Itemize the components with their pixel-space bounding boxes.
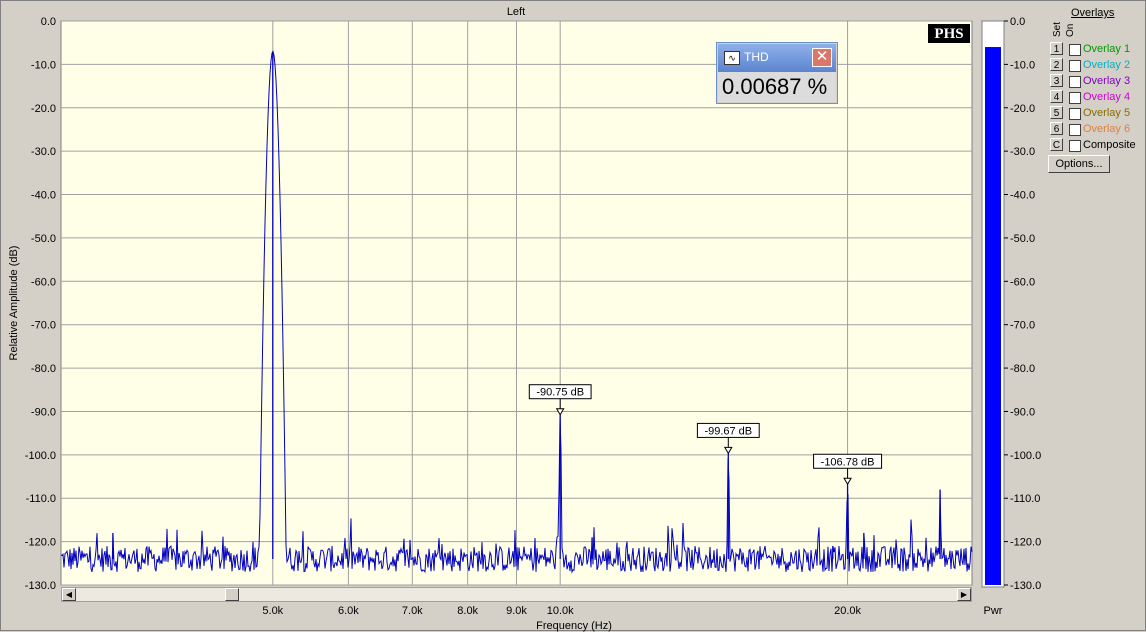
overlay-on-checkbox[interactable] [1069, 60, 1081, 72]
overlay-set-button[interactable]: 2 [1050, 58, 1063, 71]
overlay-set-button[interactable]: 4 [1050, 90, 1063, 103]
overlay-row: 2 Overlay 2 [1050, 58, 1146, 73]
meter-tick-label: -100.0 [1010, 450, 1041, 462]
scroll-left-icon[interactable]: ◀ [62, 588, 76, 601]
overlay-set-button[interactable]: 3 [1050, 74, 1063, 87]
x-tick-label: 10.0k [547, 605, 574, 617]
overlay-set-button[interactable]: 6 [1050, 122, 1063, 135]
overlay-row: C Composite [1050, 138, 1146, 153]
power-meter-fill [985, 47, 1001, 586]
meter-tick-label: -30.0 [1010, 146, 1035, 158]
y-tick-label: -100.0 [25, 450, 56, 462]
y-tick-label: -10.0 [31, 59, 56, 71]
overlay-on-checkbox[interactable] [1069, 76, 1081, 88]
thd-value: 0.00687 % [718, 72, 836, 102]
thd-readout-window[interactable]: ∿ THD ✕ 0.00687 % [716, 42, 838, 104]
overlay-on-checkbox[interactable] [1069, 108, 1081, 120]
marker-label: -99.67 dB [704, 425, 752, 437]
overlay-on-checkbox[interactable] [1069, 124, 1081, 136]
x-tick-label: 20.0k [834, 605, 861, 617]
y-tick-label: 0.0 [41, 16, 56, 28]
y-tick-label: -120.0 [25, 537, 56, 549]
spectrum-chart[interactable]: -90.75 dB -99.67 dB -106.78 dB 0.0 -10.0 -20… [1, 1, 1146, 632]
meter-tick-label: -10.0 [1010, 59, 1035, 71]
y-tick-label: -80.0 [31, 363, 56, 375]
overlays-title: Overlays [1071, 7, 1115, 19]
meter-tick-label: -120.0 [1010, 537, 1041, 549]
overlay-label: Overlay 5 [1083, 107, 1131, 119]
waveform-icon: ∿ [724, 51, 740, 65]
meter-tick-label: -40.0 [1010, 190, 1035, 202]
y-axis-label: Relative Amplitude (dB) [8, 246, 20, 361]
meter-tick-label: -70.0 [1010, 320, 1035, 332]
thd-title-bar[interactable]: ∿ THD ✕ [718, 44, 836, 72]
y-tick-label: -70.0 [31, 320, 56, 332]
overlay-row: 1 Overlay 1 [1050, 42, 1146, 57]
overlay-label: Overlay 1 [1083, 43, 1131, 55]
marker-label: -90.75 dB [536, 387, 584, 399]
scroll-right-icon[interactable]: ▶ [957, 588, 971, 601]
y-tick-label: -130.0 [25, 580, 56, 592]
overlay-label: Overlay 3 [1083, 75, 1131, 87]
meter-tick-label: -130.0 [1010, 580, 1041, 592]
close-icon[interactable]: ✕ [812, 48, 832, 67]
overlay-on-column-label: On [1065, 23, 1076, 37]
overlay-row: 4 Overlay 4 [1050, 90, 1146, 105]
overlay-set-column-label: Set [1052, 21, 1063, 37]
y-tick-label: -110.0 [26, 493, 56, 505]
y-tick-label: -90.0 [31, 406, 56, 418]
overlay-row: 6 Overlay 6 [1050, 122, 1146, 137]
spectrum-analyzer-window: -90.75 dB -99.67 dB -106.78 dB 0.0 -10.0 -20… [0, 0, 1146, 632]
meter-tick-label: 0.0 [1010, 16, 1025, 28]
power-meter-label: Pwr [984, 605, 1003, 617]
overlay-on-checkbox[interactable] [1069, 140, 1081, 152]
y-tick-label: -30.0 [31, 146, 56, 158]
chart-title: Left [507, 6, 525, 18]
overlay-set-button[interactable]: 1 [1050, 42, 1063, 55]
y-tick-label: -20.0 [31, 103, 56, 115]
x-tick-label: 6.0k [338, 605, 359, 617]
meter-tick-label: -90.0 [1010, 406, 1035, 418]
y-tick-label: -60.0 [31, 276, 56, 288]
overlay-on-checkbox[interactable] [1069, 44, 1081, 56]
horizontal-scrollbar[interactable]: ◀ ▶ [61, 587, 972, 602]
overlay-label: Composite [1083, 139, 1136, 151]
y-tick-label: -50.0 [31, 233, 56, 245]
overlay-label: Overlay 6 [1083, 123, 1131, 135]
y-tick-label: -40.0 [31, 190, 56, 202]
overlay-on-checkbox[interactable] [1069, 92, 1081, 104]
options-button[interactable]: Options... [1048, 155, 1110, 173]
meter-tick-label: -80.0 [1010, 363, 1035, 375]
overlay-label: Overlay 4 [1083, 91, 1131, 103]
marker-label: -106.78 dB [821, 456, 875, 468]
overlay-row: 5 Overlay 5 [1050, 106, 1146, 121]
thd-title: THD [744, 50, 769, 64]
meter-tick-label: -60.0 [1010, 276, 1035, 288]
x-axis-label: Frequency (Hz) [536, 620, 612, 632]
overlay-row: 3 Overlay 3 [1050, 74, 1146, 89]
x-tick-label: 9.0k [506, 605, 527, 617]
scroll-thumb[interactable] [225, 588, 239, 601]
overlay-set-button[interactable]: 5 [1050, 106, 1063, 119]
meter-tick-label: -50.0 [1010, 233, 1035, 245]
overlay-set-button[interactable]: C [1050, 138, 1063, 151]
meter-tick-label: -20.0 [1010, 103, 1035, 115]
x-tick-label: 5.0k [262, 605, 283, 617]
x-tick-label: 8.0k [457, 605, 478, 617]
overlay-label: Overlay 2 [1083, 59, 1131, 71]
x-tick-label: 7.0k [402, 605, 423, 617]
meter-tick-label: -110.0 [1010, 493, 1040, 505]
brand-logo: PHS [927, 23, 971, 44]
